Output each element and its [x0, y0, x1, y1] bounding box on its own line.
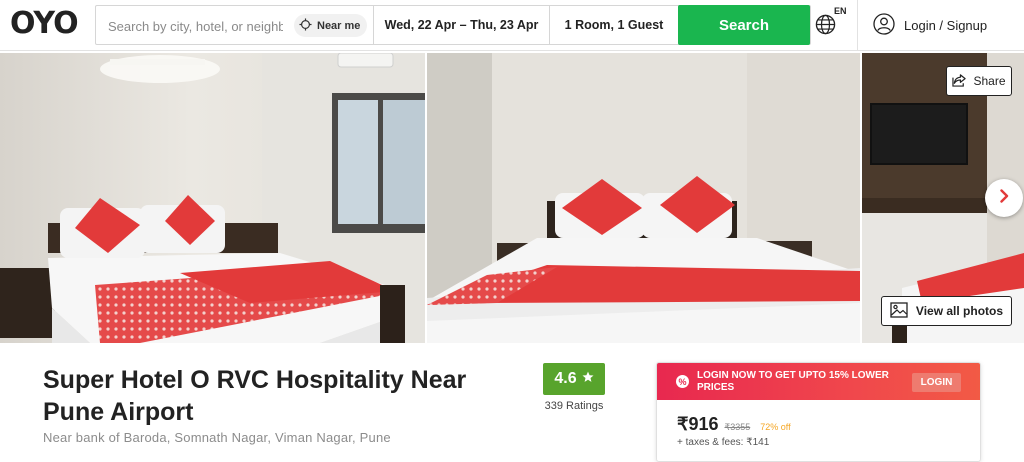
chevron-right-icon [997, 188, 1011, 208]
promo-text: LOGIN NOW TO GET UPTO 15% LOWER PRICES [697, 370, 889, 393]
original-price: ₹3355 [724, 422, 751, 432]
current-price: ₹916 [677, 414, 719, 434]
top-header: OYO Near me Wed, 22 Apr – Thu, 23 Apr 1 … [0, 0, 1024, 51]
discount-percent: 72% off [760, 422, 791, 432]
header-divider [857, 0, 858, 50]
hotel-address: Near bank of Baroda, Somnath Nagar, Vima… [43, 430, 391, 445]
share-icon [952, 73, 967, 90]
location-search-field: Near me [96, 6, 374, 44]
price-row: ₹916 ₹3355 72% off [677, 414, 791, 435]
globe-icon [815, 14, 836, 40]
photo-gallery [0, 53, 1024, 343]
location-search-input[interactable] [108, 16, 283, 36]
search-button[interactable]: Search [678, 5, 810, 45]
near-me-button[interactable]: Near me [294, 14, 368, 37]
near-me-label: Near me [317, 19, 361, 32]
login-signup-label: Login / Signup [904, 17, 988, 33]
login-signup-link[interactable]: Login / Signup [873, 12, 987, 38]
locate-icon [299, 17, 312, 34]
language-code: EN [834, 6, 847, 16]
language-selector[interactable]: EN [815, 6, 849, 41]
discount-icon: % [676, 375, 689, 388]
share-label: Share [973, 74, 1006, 88]
taxes-and-fees: + taxes & fees: ₹141 [677, 437, 770, 448]
next-photo-button[interactable] [985, 179, 1023, 217]
hotel-name: Super Hotel O RVC Hospitality Near Pune … [43, 366, 467, 426]
rating-count[interactable]: 339 Ratings [543, 400, 605, 412]
rating-value: 4.6 [554, 370, 577, 387]
share-button[interactable]: Share [946, 66, 1012, 96]
search-bar: Near me Wed, 22 Apr – Thu, 23 Apr 1 Room… [95, 5, 811, 45]
login-promo-banner: % LOGIN NOW TO GET UPTO 15% LOWER PRICES… [657, 363, 980, 400]
star-icon [582, 370, 594, 388]
rating-badge[interactable]: 4.6 [543, 363, 605, 395]
promo-login-button[interactable]: LOGIN [912, 373, 961, 392]
user-icon [873, 12, 895, 38]
date-range-picker[interactable]: Wed, 22 Apr – Thu, 23 Apr [374, 6, 550, 44]
view-all-photos-button[interactable]: View all photos [881, 296, 1012, 326]
hotel-photo-2[interactable] [427, 53, 860, 343]
booking-card: % LOGIN NOW TO GET UPTO 15% LOWER PRICES… [656, 362, 981, 462]
oyo-logo[interactable]: OYO [10, 7, 79, 41]
view-all-photos-label: View all photos [915, 304, 1004, 318]
rooms-guests-picker[interactable]: 1 Room, 1 Guest [550, 6, 678, 44]
hotel-photo-1[interactable] [0, 53, 425, 343]
photo-icon [890, 301, 908, 321]
